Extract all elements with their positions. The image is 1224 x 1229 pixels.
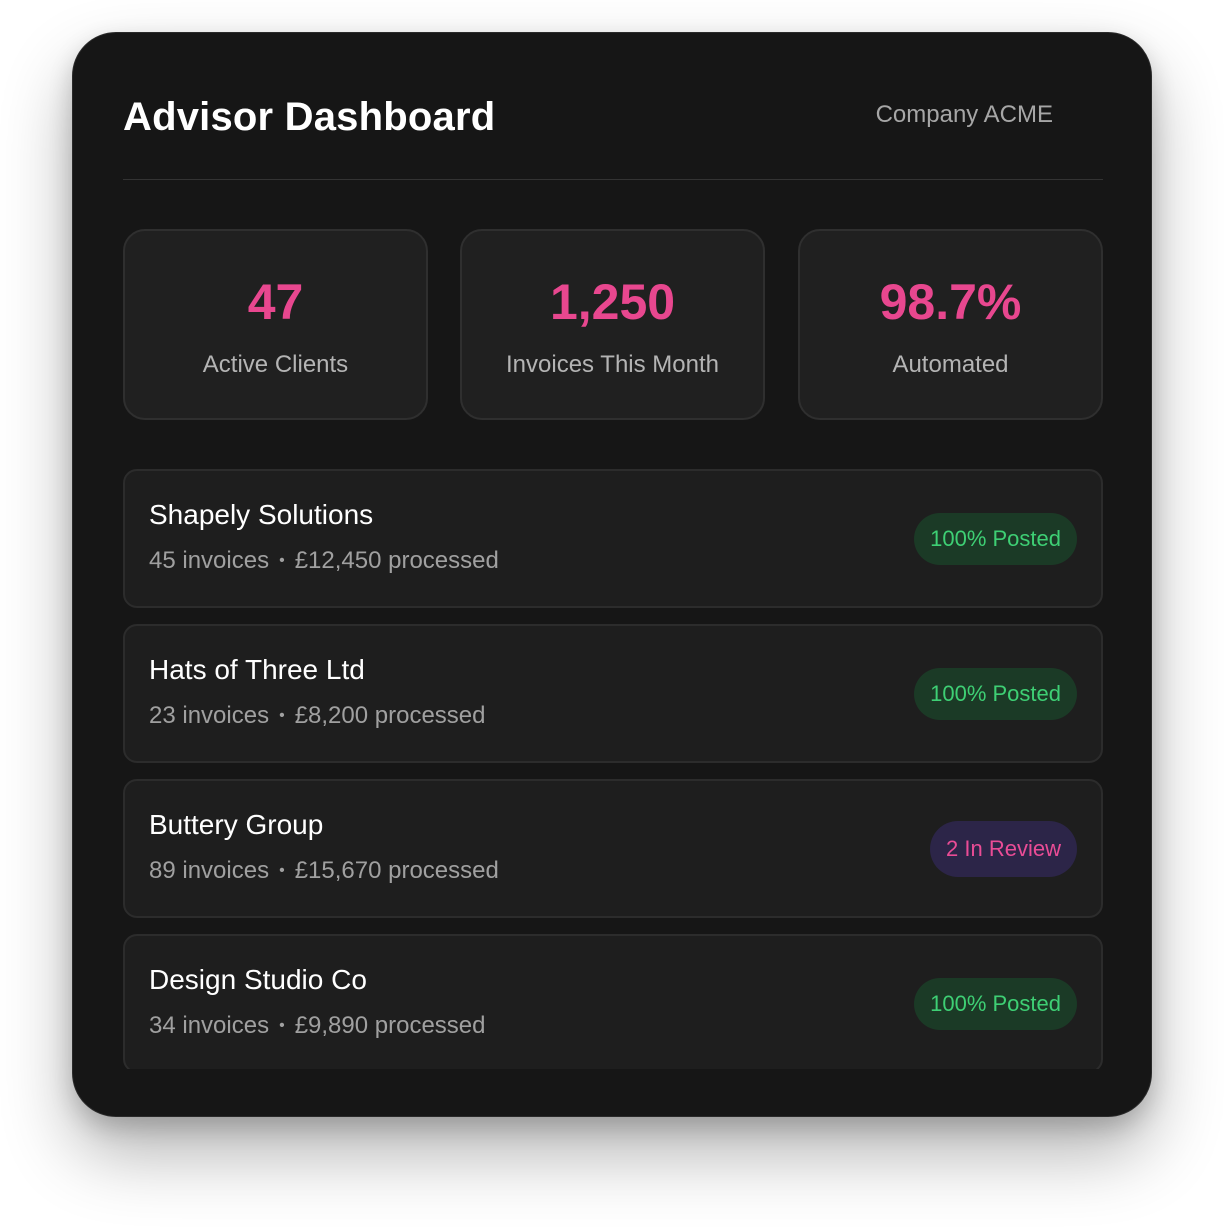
status-badge: 100% Posted: [914, 978, 1077, 1030]
client-row-shapely-solutions[interactable]: Shapely Solutions 45 invoices • £12,450 pr…: [123, 469, 1103, 608]
status-badge: 2 In Review: [930, 821, 1077, 877]
processed-amount: £8,200 processed: [294, 702, 486, 729]
client-meta: 23 invoices • £8,200 processed: [149, 702, 486, 730]
client-name: Buttery Group: [149, 809, 324, 840]
client-meta: 34 invoices • £9,890 processed: [149, 1012, 486, 1040]
page-background: Advisor Dashboard Company ACME 47 Active…: [0, 0, 1224, 1229]
stat-card-invoices-this-month: 1,250 Invoices This Month: [460, 229, 765, 420]
dashboard-window: Advisor Dashboard Company ACME 47 Active…: [72, 32, 1152, 1117]
meta-separator: •: [279, 1017, 285, 1034]
stat-label: Invoices This Month: [506, 351, 719, 378]
invoice-count: 45 invoices: [149, 547, 270, 574]
client-name: Hats of Three Ltd: [149, 654, 365, 685]
stat-label: Automated: [892, 351, 1009, 378]
status-badge: 100% Posted: [914, 668, 1077, 720]
stat-value: 98.7%: [879, 274, 1022, 330]
dashboard-header: Advisor Dashboard Company ACME: [123, 93, 1103, 151]
header-divider: [123, 179, 1103, 180]
client-row-buttery-group[interactable]: Buttery Group 89 invoices • £15,670 proces…: [123, 779, 1103, 918]
processed-amount: £12,450 processed: [294, 547, 499, 574]
processed-amount: £9,890 processed: [294, 1012, 486, 1039]
client-meta: 45 invoices • £12,450 processed: [149, 547, 499, 575]
client-name: Shapely Solutions: [149, 499, 374, 530]
client-list: Shapely Solutions 45 invoices • £12,450 pr…: [123, 469, 1103, 1069]
invoice-count: 23 invoices: [149, 702, 270, 729]
stat-card-active-clients: 47 Active Clients: [123, 229, 428, 420]
client-row-design-studio-co[interactable]: Design Studio Co 34 invoices • £9,890 proc…: [123, 934, 1103, 1069]
client-row-hats-of-three-ltd[interactable]: Hats of Three Ltd 23 invoices • £8,200 pro…: [123, 624, 1103, 763]
page-title: Advisor Dashboard: [123, 95, 496, 139]
stat-value: 1,250: [549, 274, 676, 330]
client-name: Design Studio Co: [149, 964, 367, 995]
meta-separator: •: [279, 707, 285, 724]
stat-label: Active Clients: [202, 351, 349, 378]
stat-card-automated: 98.7% Automated: [798, 229, 1103, 420]
processed-amount: £15,670 processed: [294, 857, 499, 884]
status-badge: 100% Posted: [914, 513, 1077, 565]
company-name: Company ACME: [875, 101, 1053, 128]
invoice-count: 34 invoices: [149, 1012, 270, 1039]
stat-value: 47: [247, 274, 304, 330]
stats-row: 47 Active Clients 1,250 Invoices This Mo…: [123, 229, 1103, 420]
meta-separator: •: [279, 862, 285, 879]
meta-separator: •: [279, 552, 285, 569]
client-meta: 89 invoices • £15,670 processed: [149, 857, 499, 885]
invoice-count: 89 invoices: [149, 857, 270, 884]
